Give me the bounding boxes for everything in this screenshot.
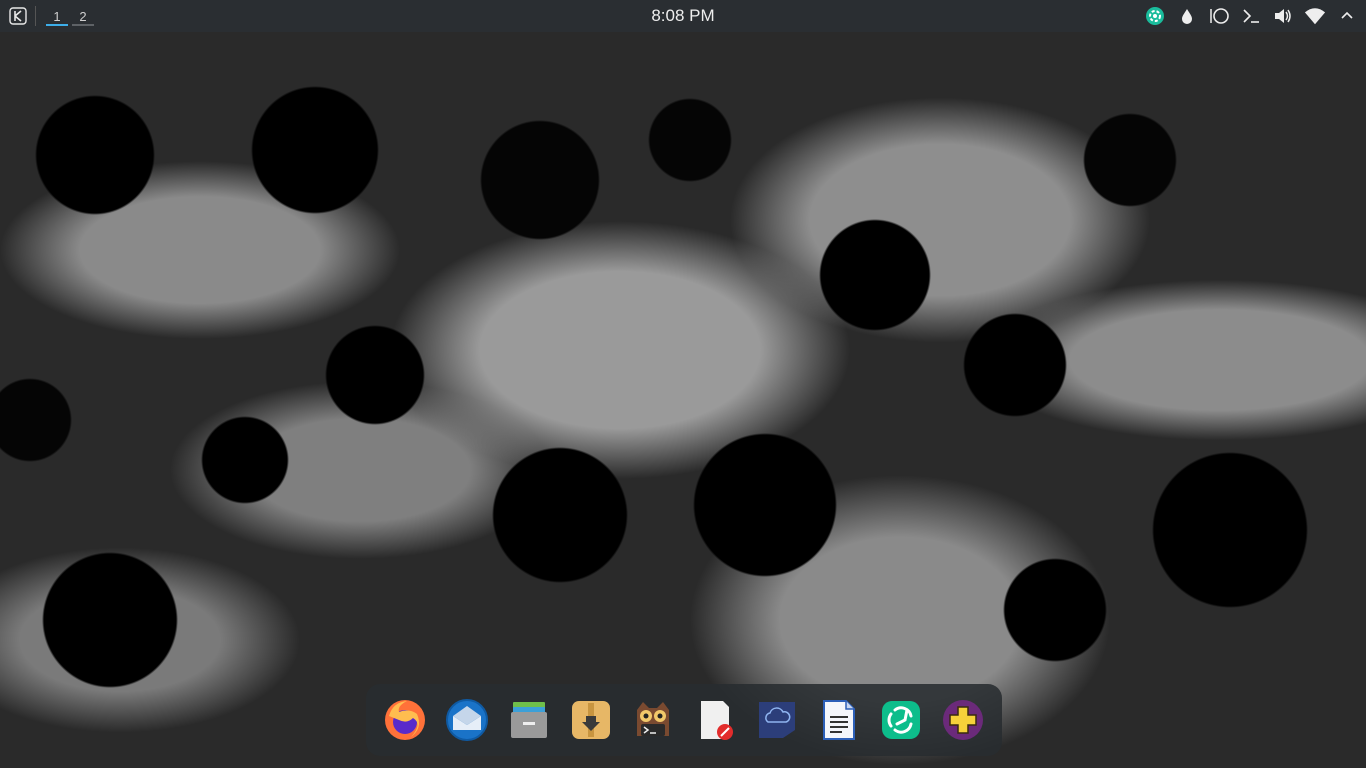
desktop-label: 1: [53, 8, 61, 24]
droplet-icon[interactable]: [1176, 5, 1198, 27]
firefox-launcher[interactable]: [382, 697, 428, 743]
desktop-indicator: [72, 24, 94, 26]
thunderbird-icon: [446, 699, 488, 741]
top-panel: 1 2 8:08 PM: [0, 0, 1366, 32]
application-dock: [366, 684, 1002, 756]
document-writer-icon: [823, 700, 855, 740]
element-chat-launcher[interactable]: [878, 697, 924, 743]
cloud-sync-icon: [759, 702, 795, 738]
archive-manager-icon: [572, 701, 610, 739]
system-tray: [1144, 0, 1358, 32]
file-manager-icon: [511, 702, 547, 738]
terminal-icon[interactable]: [1240, 5, 1262, 27]
desktop-2-button[interactable]: 2: [70, 0, 96, 32]
panel-separator: [35, 6, 36, 26]
desktop-label: 2: [79, 8, 87, 24]
health-app-launcher[interactable]: [940, 697, 986, 743]
vpn-shield-icon[interactable]: [1144, 5, 1166, 27]
thunderbird-launcher[interactable]: [444, 697, 490, 743]
cloud-sync-launcher[interactable]: [754, 697, 800, 743]
desktop-wallpaper: [0, 0, 1366, 768]
kde-menu-icon[interactable]: [8, 6, 28, 26]
text-editor-icon: [701, 701, 733, 740]
circle-icon[interactable]: [1208, 5, 1230, 27]
element-chat-icon: [882, 701, 920, 739]
text-editor-launcher[interactable]: [692, 697, 738, 743]
virtual-desktop-pager: 1 2: [44, 0, 96, 32]
archive-manager-launcher[interactable]: [568, 697, 614, 743]
document-writer-launcher[interactable]: [816, 697, 862, 743]
wifi-icon[interactable]: [1304, 5, 1326, 27]
firefox-icon: [385, 700, 425, 740]
health-cross-icon: [943, 700, 983, 740]
active-indicator: [46, 24, 68, 26]
expand-tray-icon[interactable]: [1336, 5, 1358, 27]
file-manager-launcher[interactable]: [506, 697, 552, 743]
volume-icon[interactable]: [1272, 5, 1294, 27]
desktop-1-button[interactable]: 1: [44, 0, 70, 32]
terminal-owl-icon: [637, 702, 669, 736]
terminal-launcher[interactable]: [630, 697, 676, 743]
